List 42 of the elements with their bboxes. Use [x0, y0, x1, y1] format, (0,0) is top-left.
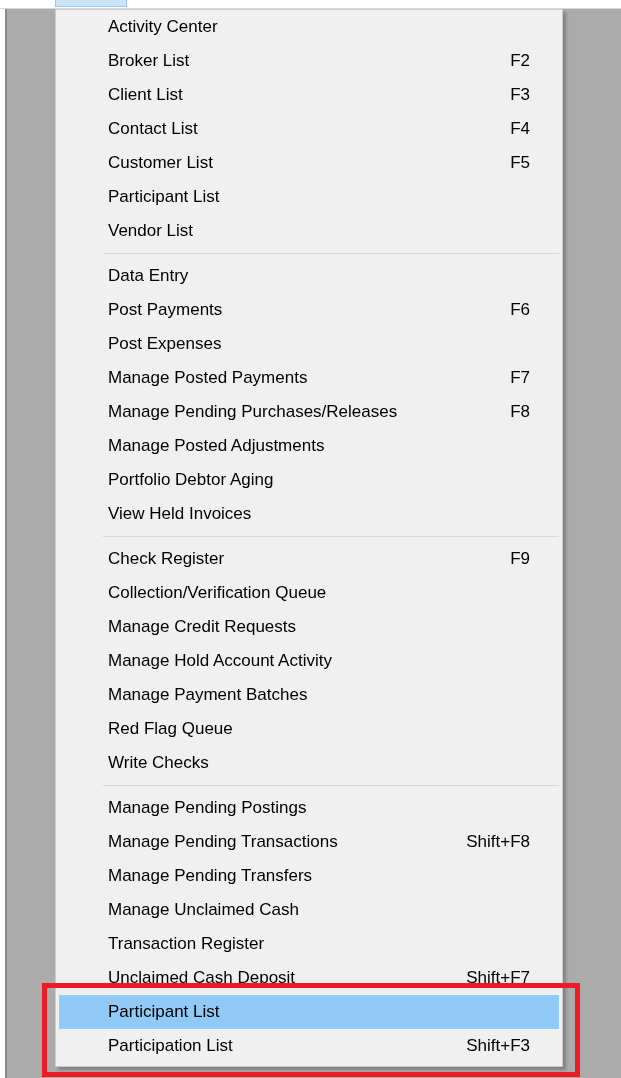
- menu-item[interactable]: Broker List F2: [59, 44, 559, 78]
- menu-item[interactable]: Manage Unclaimed Cash: [59, 893, 559, 927]
- menu-item[interactable]: Unclaimed Cash Deposit Shift+F7: [59, 961, 559, 995]
- menu-item[interactable]: Activity Center: [59, 10, 559, 44]
- menu-item[interactable]: Check Register F9: [59, 542, 559, 576]
- menu-item[interactable]: View Held Invoices: [59, 497, 559, 531]
- shortcut-label: Shift+F8: [466, 832, 530, 852]
- shortcut-label: F4: [510, 119, 530, 139]
- menu-item[interactable]: Post Expenses: [59, 327, 559, 361]
- menu-item[interactable]: Manage Pending Postings: [59, 791, 559, 825]
- menu-item[interactable]: Manage Pending Transactions Shift+F8: [59, 825, 559, 859]
- shortcut-label: F5: [510, 153, 530, 173]
- menu-item[interactable]: Participation List Shift+F3: [59, 1029, 559, 1063]
- menu-item[interactable]: Manage Posted Adjustments: [59, 429, 559, 463]
- shortcut-label: F2: [510, 51, 530, 71]
- shortcut-label: F8: [510, 402, 530, 422]
- menu-item[interactable]: Manage Pending Transfers: [59, 859, 559, 893]
- shortcut-label: Shift+F3: [466, 1036, 530, 1056]
- menu-item[interactable]: Manage Pending Purchases/Releases F8: [59, 395, 559, 429]
- menu-item[interactable]: Collection/Verification Queue: [59, 576, 559, 610]
- menu-header[interactable]: [55, 0, 127, 7]
- menu-item[interactable]: Customer List F5: [59, 146, 559, 180]
- menu-item[interactable]: Contact List F4: [59, 112, 559, 146]
- menu-item[interactable]: Write Checks: [59, 746, 559, 780]
- menu-item[interactable]: Data Entry: [59, 259, 559, 293]
- shortcut-label: F6: [510, 300, 530, 320]
- menu-item[interactable]: Red Flag Queue: [59, 712, 559, 746]
- menu-item[interactable]: Post Payments F6: [59, 293, 559, 327]
- menu-item[interactable]: Manage Payment Batches: [59, 678, 559, 712]
- menu-item[interactable]: Manage Hold Account Activity: [59, 644, 559, 678]
- menu-item[interactable]: Client List F3: [59, 78, 559, 112]
- menu-item[interactable]: Manage Credit Requests: [59, 610, 559, 644]
- menu-item[interactable]: Vendor List: [59, 214, 559, 248]
- shortcut-label: F7: [510, 368, 530, 388]
- menu-item[interactable]: Participant List: [59, 180, 559, 214]
- menu-item[interactable]: Transaction Register: [59, 927, 559, 961]
- shortcut-label: Shift+F7: [466, 968, 530, 988]
- menu-item[interactable]: Participant List: [59, 995, 559, 1029]
- menu-item[interactable]: Portfolio Debtor Aging: [59, 463, 559, 497]
- shortcut-label: F3: [510, 85, 530, 105]
- shortcut-label: F9: [510, 549, 530, 569]
- menu-item[interactable]: Manage Posted Payments F7: [59, 361, 559, 395]
